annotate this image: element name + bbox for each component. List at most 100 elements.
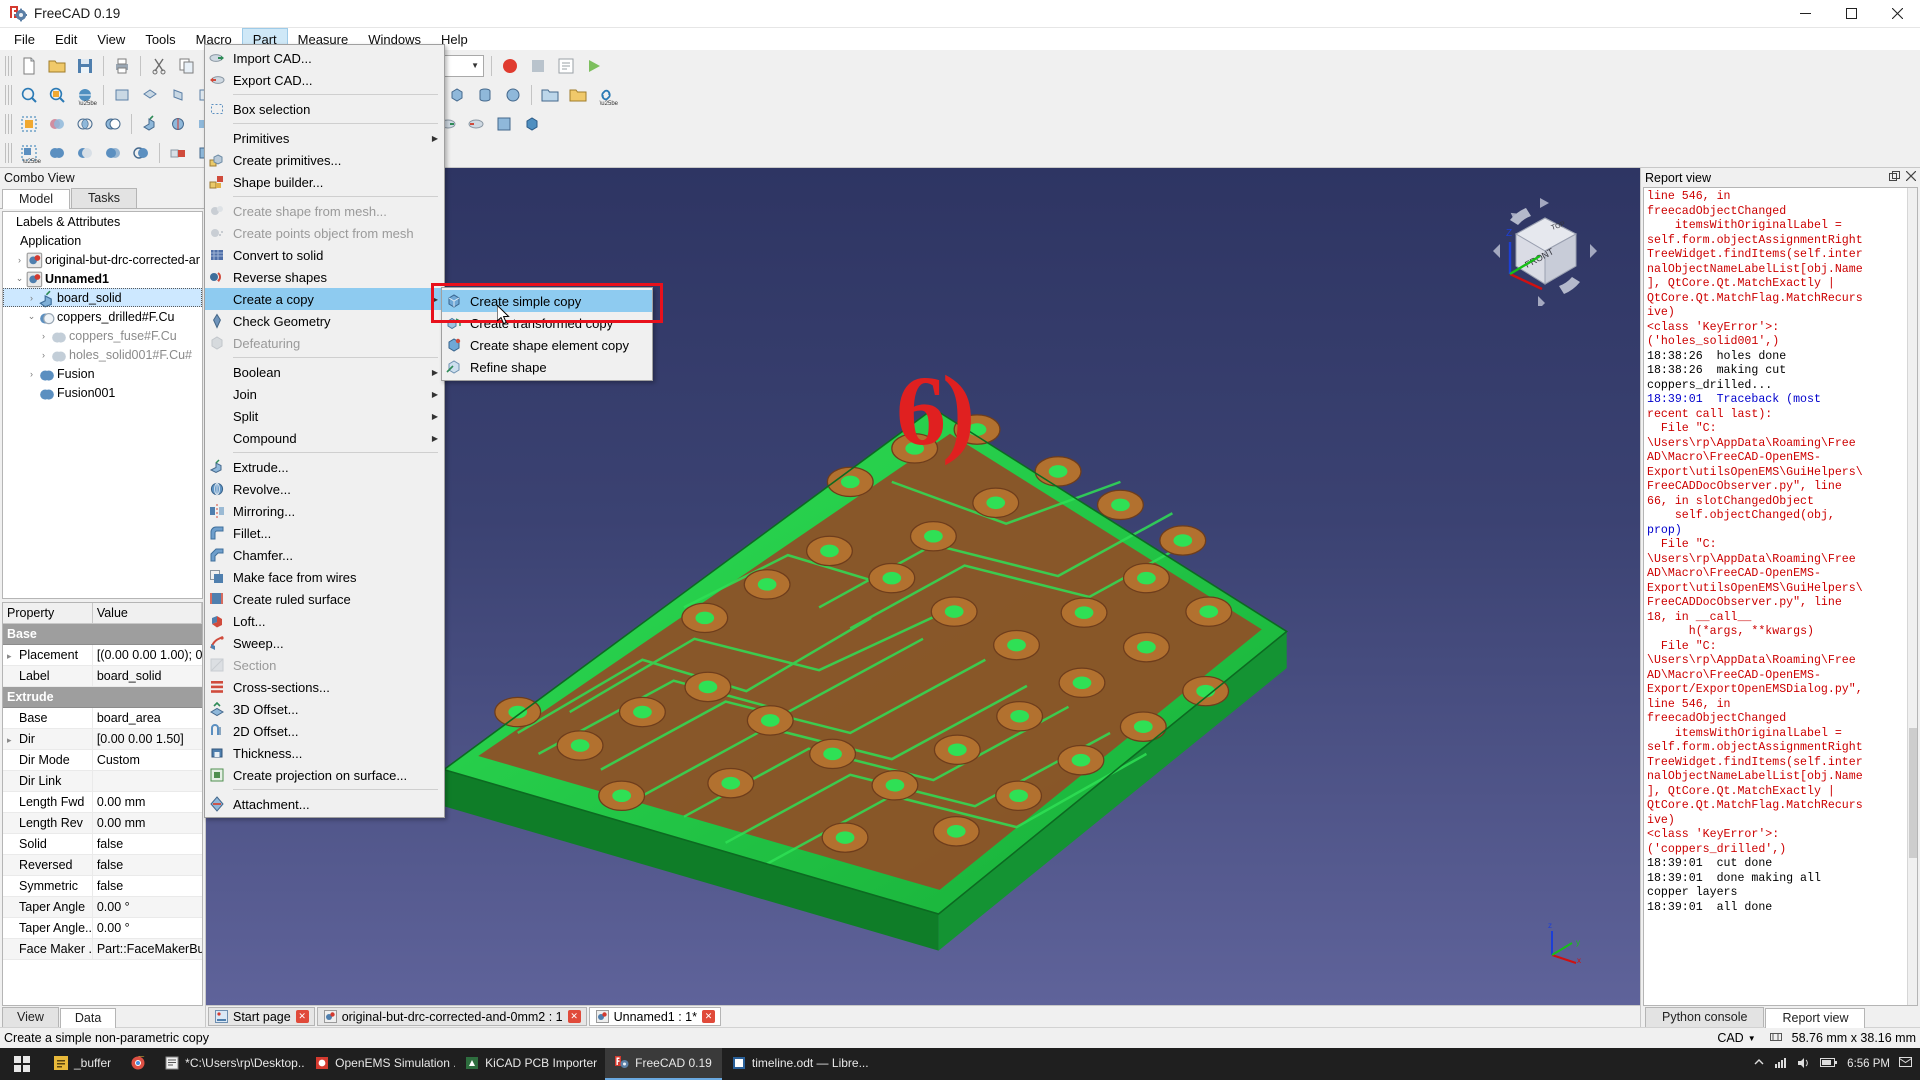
- tree-expander[interactable]: ⌄: [25, 311, 38, 322]
- menu-item-split[interactable]: Split ▶: [205, 405, 444, 427]
- menu-item-mirroring[interactable]: Mirroring...: [205, 500, 444, 522]
- revolve-tool-button[interactable]: [165, 111, 191, 137]
- battery-icon[interactable]: [1820, 1057, 1838, 1071]
- menu-item-convert-to-solid[interactable]: Convert to solid: [205, 244, 444, 266]
- fit-selection-button[interactable]: [44, 82, 70, 108]
- taskbar-item-buffer[interactable]: _buffer: [44, 1048, 121, 1080]
- toolbar-grip[interactable]: [5, 56, 12, 76]
- menu-item-join[interactable]: Join ▶: [205, 383, 444, 405]
- toolbar-grip[interactable]: [5, 143, 12, 163]
- primitive-sphere-button[interactable]: [500, 82, 526, 108]
- compound-button[interactable]: [44, 140, 70, 166]
- tab-view[interactable]: View: [2, 1007, 59, 1027]
- join-connect-button[interactable]: [165, 140, 191, 166]
- table-row[interactable]: Face Maker ...Part::FaceMakerBullseye: [3, 938, 202, 959]
- menu-item-create-a-copy[interactable]: Create a copy ▶: [205, 288, 444, 310]
- primitive-cylinder-button[interactable]: [472, 82, 498, 108]
- expand-icon[interactable]: ▸: [7, 735, 19, 746]
- compound-outline-button[interactable]: [128, 140, 154, 166]
- macro-edit-button[interactable]: [553, 53, 579, 79]
- taskbar-item-freecad[interactable]: FreeCAD 0.19: [605, 1048, 722, 1080]
- property-editor[interactable]: Property Value Base ▸Placement[(0.00 0.0…: [2, 602, 203, 1006]
- tree-item-coppers-fuse[interactable]: › coppers_fuse#F.Cu: [3, 326, 202, 345]
- compound-blue-button[interactable]: [100, 140, 126, 166]
- extrude-tool-button[interactable]: [137, 111, 163, 137]
- menu-item-sweep[interactable]: Sweep...: [205, 632, 444, 654]
- menu-item-reverse-shapes[interactable]: Reverse shapes: [205, 266, 444, 288]
- tree-item-application[interactable]: Application: [3, 231, 202, 250]
- macro-stop-button[interactable]: [525, 53, 551, 79]
- view-top-button[interactable]: [137, 82, 163, 108]
- menu-tools[interactable]: Tools: [135, 28, 185, 50]
- table-row[interactable]: Length Rev0.00 mm: [3, 812, 202, 833]
- tree-item-board-solid[interactable]: › board_solid: [3, 288, 202, 307]
- copy-button[interactable]: [174, 53, 200, 79]
- doc-tab-start-page[interactable]: Start page ✕: [208, 1007, 315, 1026]
- select-tool-button[interactable]: \u25be: [16, 140, 42, 166]
- boolean-op-button[interactable]: [44, 111, 70, 137]
- folder-button[interactable]: [565, 82, 591, 108]
- macro-record-button[interactable]: [497, 53, 523, 79]
- view-front-button[interactable]: [109, 82, 135, 108]
- volume-icon[interactable]: [1797, 1057, 1811, 1072]
- doc-tab-unnamed1[interactable]: Unnamed1 : 1* ✕: [589, 1007, 721, 1026]
- part-menu[interactable]: Import CAD... Export CAD... Box selectio…: [204, 44, 445, 818]
- menu-item-compound[interactable]: Compound ▶: [205, 427, 444, 449]
- taskbar-item-editor[interactable]: *C:\Users\rp\Desktop...: [155, 1048, 305, 1080]
- close-icon[interactable]: [1906, 171, 1916, 185]
- fit-all-button[interactable]: [16, 82, 42, 108]
- menu-item-create-ruled-surface[interactable]: Create ruled surface: [205, 588, 444, 610]
- tree-item-unnamed1[interactable]: ⌄ Unnamed1: [3, 269, 202, 288]
- menu-item-chamfer[interactable]: Chamfer...: [205, 544, 444, 566]
- expand-icon[interactable]: ▸: [7, 651, 19, 662]
- export-cad-button[interactable]: [463, 111, 489, 137]
- close-icon[interactable]: ✕: [702, 1010, 715, 1023]
- save-button[interactable]: [72, 53, 98, 79]
- table-row[interactable]: ▸Placement[(0.00 0.00 1.00); 0.: [3, 644, 202, 665]
- taskbar-clock[interactable]: 6:56 PM: [1847, 1058, 1890, 1070]
- difference-button[interactable]: [100, 111, 126, 137]
- menu-item-fillet[interactable]: Fillet...: [205, 522, 444, 544]
- doc-tab-original[interactable]: original-but-drc-corrected-and-0mm2 : 1 …: [317, 1007, 587, 1026]
- network-icon[interactable]: [1774, 1057, 1788, 1072]
- menu-item-import-cad[interactable]: Import CAD...: [205, 47, 444, 69]
- link-button[interactable]: \u25be: [593, 82, 619, 108]
- taskbar-item-chrome[interactable]: [121, 1048, 155, 1080]
- close-icon[interactable]: ✕: [296, 1010, 309, 1023]
- create-copy-submenu[interactable]: Create simple copy Create transformed co…: [441, 287, 653, 381]
- menu-item-shape-builder[interactable]: Shape builder...: [205, 171, 444, 193]
- table-row[interactable]: Reversedfalse: [3, 854, 202, 875]
- table-row[interactable]: Length Fwd0.00 mm: [3, 791, 202, 812]
- navigation-cube[interactable]: FRONT TOP Z: [1490, 196, 1600, 306]
- menu-item-primitives[interactable]: Primitives ▶: [205, 127, 444, 149]
- maximize-button[interactable]: [1828, 0, 1874, 28]
- tree-item-fusion[interactable]: › Fusion: [3, 364, 202, 383]
- menu-item-3d-offset[interactable]: 3D Offset...: [205, 698, 444, 720]
- tab-tasks[interactable]: Tasks: [71, 188, 137, 208]
- toolbar-grip[interactable]: [5, 85, 12, 105]
- tree-expander[interactable]: ›: [37, 331, 50, 341]
- menu-item-attachment[interactable]: Attachment...: [205, 793, 444, 815]
- minimize-button[interactable]: [1782, 0, 1828, 28]
- menu-item-loft[interactable]: Loft...: [205, 610, 444, 632]
- notification-icon[interactable]: [1899, 1056, 1912, 1072]
- tab-report-view[interactable]: Report view: [1765, 1008, 1865, 1028]
- menu-file[interactable]: File: [4, 28, 45, 50]
- table-row[interactable]: Baseboard_area: [3, 707, 202, 728]
- menu-item-extrude[interactable]: Extrude...: [205, 456, 444, 478]
- menu-item-revolve[interactable]: Revolve...: [205, 478, 444, 500]
- menu-item-boolean[interactable]: Boolean ▶: [205, 361, 444, 383]
- submenu-item-create-simple-copy[interactable]: Create simple copy: [442, 290, 652, 312]
- toolbar-grip[interactable]: [5, 114, 12, 134]
- table-row[interactable]: Dir Link: [3, 770, 202, 791]
- new-document-button[interactable]: [16, 53, 42, 79]
- submenu-item-create-shape-element-copy[interactable]: Create shape element copy: [442, 334, 652, 356]
- report-view-text[interactable]: line 546, in freecadObjectChanged itemsW…: [1643, 187, 1918, 1006]
- menu-edit[interactable]: Edit: [45, 28, 87, 50]
- windows-start-icon[interactable]: [0, 1048, 44, 1080]
- compound-gray-button[interactable]: [72, 140, 98, 166]
- tree-item-original-doc[interactable]: › original-but-drc-corrected-an: [3, 250, 202, 269]
- taskbar-item-libreoffice[interactable]: timeline.odt — Libre...: [722, 1048, 872, 1080]
- open-document-button[interactable]: [44, 53, 70, 79]
- table-row[interactable]: Dir ModeCustom: [3, 749, 202, 770]
